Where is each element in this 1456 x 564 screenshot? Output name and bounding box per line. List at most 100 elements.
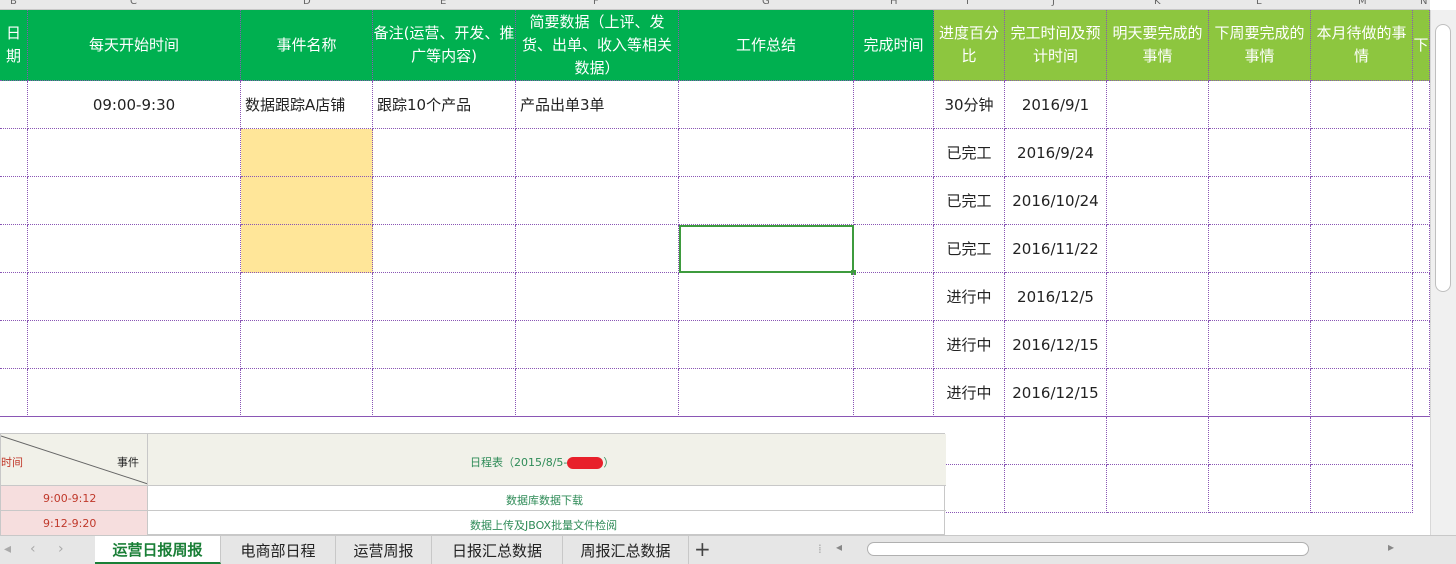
header-date[interactable]: 日期 xyxy=(0,10,28,81)
first-sheet-icon[interactable]: ◂ xyxy=(4,541,11,557)
cell-next-week[interactable] xyxy=(1209,129,1311,177)
cell-finish-time[interactable] xyxy=(854,225,934,273)
cell-empty[interactable] xyxy=(1209,465,1311,513)
cell-event-name[interactable]: 数据跟踪A店铺 xyxy=(241,81,373,129)
cell-brief-data[interactable]: 产品出单3单 xyxy=(516,81,679,129)
cell-date[interactable] xyxy=(0,129,28,177)
cell-work-summary[interactable] xyxy=(679,321,854,369)
column-letter-g[interactable]: G xyxy=(762,0,770,7)
cell-start-time[interactable]: 09:00-9:30 xyxy=(28,81,241,129)
cell-completion[interactable]: 2016/11/22 xyxy=(1005,225,1107,273)
tab-ops-daily-weekly[interactable]: 运营日报周报 xyxy=(95,536,221,564)
cell-remarks[interactable] xyxy=(373,369,516,417)
cell-completion[interactable]: 2016/9/24 xyxy=(1005,129,1107,177)
cell-this-month[interactable] xyxy=(1311,225,1413,273)
cell-start-time[interactable] xyxy=(28,225,241,273)
cell-progress[interactable]: 已完工 xyxy=(934,225,1005,273)
tab-ecommerce-schedule[interactable]: 电商部日程 xyxy=(221,536,336,564)
cell-empty[interactable] xyxy=(1209,417,1311,465)
cell-start-time[interactable] xyxy=(28,177,241,225)
cell-completion[interactable]: 2016/9/1 xyxy=(1005,81,1107,129)
cell-finish-time[interactable] xyxy=(854,321,934,369)
column-letter-m[interactable]: M xyxy=(1358,0,1367,7)
cell-tomorrow[interactable] xyxy=(1107,321,1209,369)
cell-tomorrow[interactable] xyxy=(1107,177,1209,225)
prev-sheet-icon[interactable]: ‹ xyxy=(30,541,36,557)
column-letter-h[interactable]: H xyxy=(890,0,898,7)
cell-completion[interactable]: 2016/12/15 xyxy=(1005,369,1107,417)
cell-remarks[interactable] xyxy=(373,129,516,177)
cell-next-week[interactable] xyxy=(1209,369,1311,417)
cell-extra[interactable] xyxy=(1413,177,1430,225)
column-letter-n[interactable]: N xyxy=(1420,0,1427,7)
cell-next-week[interactable] xyxy=(1209,273,1311,321)
header-next-week[interactable]: 下周要完成的事情 xyxy=(1209,10,1311,81)
cell-this-month[interactable] xyxy=(1311,321,1413,369)
header-progress[interactable]: 进度百分比 xyxy=(934,10,1005,81)
cell-progress[interactable]: 已完工 xyxy=(934,177,1005,225)
cell-start-time[interactable] xyxy=(28,321,241,369)
cell-completion[interactable]: 2016/10/24 xyxy=(1005,177,1107,225)
column-letter-c[interactable]: C xyxy=(130,0,137,7)
cell-extra[interactable] xyxy=(1413,129,1430,177)
column-letter-b[interactable]: B xyxy=(10,0,17,7)
cell-extra[interactable] xyxy=(1413,321,1430,369)
cell-empty[interactable] xyxy=(1311,465,1413,513)
cell-empty[interactable] xyxy=(1107,465,1209,513)
cell-brief-data[interactable] xyxy=(516,369,679,417)
embedded-schedule-image[interactable]: 时间 事件 日程表（2015/8/5-） 9:00-9:12 数据库数据下载 9… xyxy=(0,433,946,536)
header-finish-time[interactable]: 完成时间 xyxy=(854,10,934,81)
column-letter-k[interactable]: K xyxy=(1154,0,1161,7)
vertical-scrollbar[interactable] xyxy=(1430,10,1456,535)
column-letter-j[interactable]: J xyxy=(1052,0,1055,7)
cell-progress[interactable]: 已完工 xyxy=(934,129,1005,177)
cell-date[interactable] xyxy=(0,177,28,225)
header-this-month[interactable]: 本月待做的事情 xyxy=(1311,10,1413,81)
cell-work-summary[interactable] xyxy=(679,177,854,225)
cell-date[interactable] xyxy=(0,81,28,129)
cell-completion[interactable]: 2016/12/15 xyxy=(1005,321,1107,369)
tab-splitter-icon[interactable]: ⁞ xyxy=(818,542,822,556)
cell-work-summary[interactable] xyxy=(679,369,854,417)
cell-empty[interactable] xyxy=(1311,417,1413,465)
cell-progress[interactable]: 30分钟 xyxy=(934,81,1005,129)
cell-finish-time[interactable] xyxy=(854,369,934,417)
cell-brief-data[interactable] xyxy=(516,321,679,369)
selected-cell-work-summary[interactable] xyxy=(679,225,854,273)
column-letter-i[interactable]: I xyxy=(966,0,969,7)
cell-this-month[interactable] xyxy=(1311,177,1413,225)
scroll-right-icon[interactable]: ▸ xyxy=(1388,540,1394,554)
cell-extra[interactable] xyxy=(1413,225,1430,273)
cell-progress[interactable]: 进行中 xyxy=(934,273,1005,321)
tab-daily-summary[interactable]: 日报汇总数据 xyxy=(432,536,563,564)
cell-next-week[interactable] xyxy=(1209,321,1311,369)
cell-next-week[interactable] xyxy=(1209,81,1311,129)
cell-tomorrow[interactable] xyxy=(1107,81,1209,129)
cell-remarks[interactable]: 跟踪10个产品 xyxy=(373,81,516,129)
cell-empty[interactable] xyxy=(1107,417,1209,465)
cell-work-summary[interactable] xyxy=(679,129,854,177)
column-letter-l[interactable]: L xyxy=(1256,0,1262,7)
cell-tomorrow[interactable] xyxy=(1107,129,1209,177)
cell-event-name[interactable] xyxy=(241,321,373,369)
tab-weekly-summary[interactable]: 周报汇总数据 xyxy=(563,536,689,564)
cell-event-name[interactable] xyxy=(241,129,373,177)
cell-work-summary[interactable] xyxy=(679,273,854,321)
cell-date[interactable] xyxy=(0,321,28,369)
cell-event-name[interactable] xyxy=(241,369,373,417)
header-completion-time[interactable]: 完工时间及预计时间 xyxy=(1005,10,1107,81)
cell-finish-time[interactable] xyxy=(854,81,934,129)
cell-event-name[interactable] xyxy=(241,273,373,321)
horizontal-scroll-thumb[interactable] xyxy=(867,542,1309,556)
cell-progress[interactable]: 进行中 xyxy=(934,321,1005,369)
column-letter-f[interactable]: F xyxy=(593,0,599,7)
header-remarks[interactable]: 备注(运营、开发、推广等内容) xyxy=(373,10,516,81)
cell-finish-time[interactable] xyxy=(854,273,934,321)
scroll-left-icon[interactable]: ◂ xyxy=(836,540,842,554)
cell-empty[interactable] xyxy=(1005,465,1107,513)
header-tomorrow[interactable]: 明天要完成的事情 xyxy=(1107,10,1209,81)
cell-event-name[interactable] xyxy=(241,177,373,225)
cell-brief-data[interactable] xyxy=(516,273,679,321)
cell-empty[interactable] xyxy=(1005,417,1107,465)
cell-brief-data[interactable] xyxy=(516,177,679,225)
